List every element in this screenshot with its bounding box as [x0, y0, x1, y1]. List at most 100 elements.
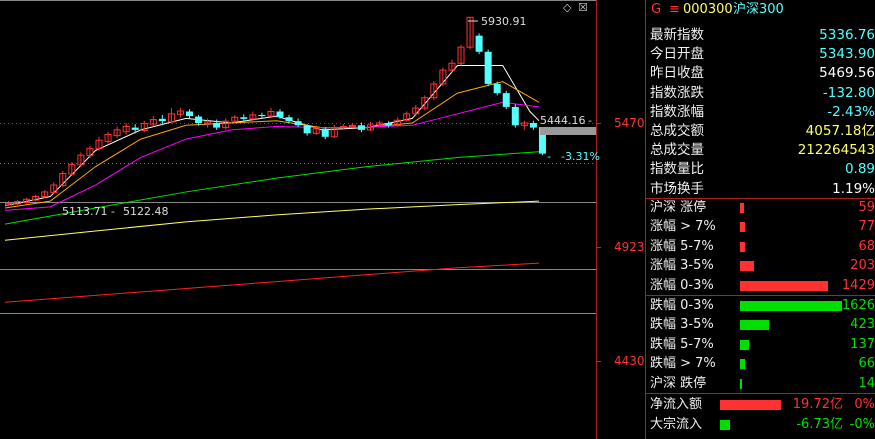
flow-row: 大宗流入 -6.73亿 -0% [648, 415, 875, 434]
index-code: 000300 [683, 2, 733, 17]
quote-value: 5343.90 [819, 46, 875, 63]
quote-value: 0.89 [844, 161, 875, 178]
candle-body-down [258, 114, 266, 117]
breadth-bar [740, 261, 755, 272]
quote-row: 指数涨跌 -132.80 [648, 84, 875, 103]
quote-value: 212264543 [797, 142, 875, 159]
breadth-bar [740, 320, 769, 331]
breadth-bar [740, 203, 745, 213]
quote-label: 总成交额 [650, 123, 704, 139]
chart-labels: 5930.915444.16 -- -3.31%5113.71-5122.48◇ ☒ [62, 1, 600, 218]
candle-body-down [285, 117, 293, 122]
close-icon[interactable]: ☒ [578, 1, 588, 14]
breadth-bar [740, 222, 746, 233]
breadth-row: 沪深 跌停 14 [648, 374, 875, 393]
breadth-row: 涨幅 5-7% 68 [648, 237, 875, 256]
breadth-label: 涨幅 5-7% [650, 238, 714, 254]
quote-row: 指数量比 0.89 [648, 160, 875, 179]
quote-row: 昨日收盘 5469.56 [648, 64, 875, 83]
last-dash: - [588, 114, 592, 127]
flow-pct: 0% [854, 397, 875, 412]
quote-label: 总成交量 [650, 142, 704, 159]
flow-row: 净流入额 19.72亿 0% [648, 395, 875, 414]
quote-value: 5469.56 [819, 65, 875, 82]
quote-row: 市场换手 1.19% [648, 180, 875, 199]
breadth-row: 跌幅 3-5% 423 [648, 315, 875, 334]
breadth-label: 沪深 跌停 [650, 375, 707, 391]
candle-body-down [484, 51, 492, 84]
breadth-count: 77 [858, 219, 875, 235]
candle-body-down [158, 118, 166, 122]
candle-body-down [195, 116, 203, 123]
quote-label: 昨日收盘 [650, 65, 704, 82]
breadth-bar [740, 280, 829, 291]
breadth-label: 涨幅 > 7% [650, 219, 716, 235]
panel-header: G ≡ 000300 沪深300 [645, 0, 875, 22]
flow-label: 净流入额 [650, 397, 703, 412]
breadth-count: 59 [858, 200, 875, 215]
quote-value: -2.43% [827, 103, 875, 120]
breadth-label: 涨幅 0-3% [650, 277, 714, 293]
breadth-count: 66 [858, 356, 875, 372]
quote-row: 最新指数 5336.76 [648, 26, 875, 45]
quote-value: 5336.76 [819, 27, 875, 43]
last-label: 5444.16 [540, 114, 586, 127]
menu-icon[interactable]: ≡ [669, 0, 680, 20]
breadth-label: 跌幅 > 7% [650, 356, 716, 372]
breadth-bar [740, 359, 746, 370]
candle-body-down [276, 111, 284, 118]
candle-body-down [131, 127, 139, 130]
candle-body-down [475, 35, 483, 52]
ma-line-ma5 [4, 65, 540, 207]
last-price-marker [540, 127, 596, 135]
breadth-count: 68 [858, 238, 875, 254]
y-tick-label: 4430 [614, 354, 645, 368]
quote-row: 指数涨幅 -2.43% [648, 103, 875, 122]
candle-body-down [294, 121, 302, 126]
quote-label: 指数涨跌 [650, 84, 704, 101]
breadth-row: 涨幅 3-5% 203 [648, 256, 875, 275]
quote-row: 总成交量 212264543 [648, 141, 875, 160]
flow-bar [720, 400, 782, 410]
breadth-count: 1429 [841, 277, 875, 293]
breadth-count: 423 [850, 317, 875, 333]
flow-bar [720, 419, 730, 430]
flow-value: -6.73亿 [796, 416, 843, 432]
candle-body-down [303, 125, 311, 134]
quote-row: 总成交额 4057.18亿 [648, 122, 875, 141]
ma-line-ma10 [4, 81, 540, 209]
high-label: 5930.91 [481, 15, 527, 28]
candle-body-down [502, 93, 510, 107]
flow-pct: -0% [849, 416, 875, 432]
breadth-bar [740, 301, 842, 311]
flow-separator [646, 393, 875, 394]
quote-label: 最新指数 [650, 27, 704, 43]
quote-value: -132.80 [822, 84, 875, 101]
pct-label: -3.31% [561, 150, 600, 163]
candle-body-down [357, 125, 365, 130]
breadth-label: 跌幅 0-3% [650, 298, 714, 313]
candle-body-down [529, 123, 537, 128]
candle-body-down [186, 111, 193, 117]
breadth-count: 203 [850, 258, 875, 274]
breadth-bar [740, 339, 749, 350]
quote-label: 指数涨幅 [650, 103, 704, 120]
group-flag[interactable]: G [651, 0, 661, 20]
flow-value: 19.72亿 [792, 397, 843, 412]
candle-body-down [213, 123, 221, 128]
breadth-label: 涨幅 3-5% [650, 258, 714, 274]
moving-average-lines [4, 65, 540, 303]
breadth-row: 沪深 涨停 59 [648, 198, 875, 217]
breadth-count: 1626 [841, 298, 875, 313]
low-label-left: 5113.71 [62, 205, 108, 218]
breadth-bar [740, 241, 745, 252]
quote-row: 今日开盘 5343.90 [648, 45, 875, 64]
breadth-row: 跌幅 5-7% 137 [648, 335, 875, 354]
candle-body-down [385, 123, 393, 126]
breadth-label: 沪深 涨停 [650, 200, 707, 215]
diamond-icon[interactable]: ◇ [563, 1, 572, 14]
chart-grid: 5470 4923 4430 [0, 0, 646, 439]
quote-value: 4057.18亿 [805, 123, 875, 139]
quote-label: 市场换手 [650, 180, 704, 197]
breadth-count: 14 [858, 375, 875, 391]
